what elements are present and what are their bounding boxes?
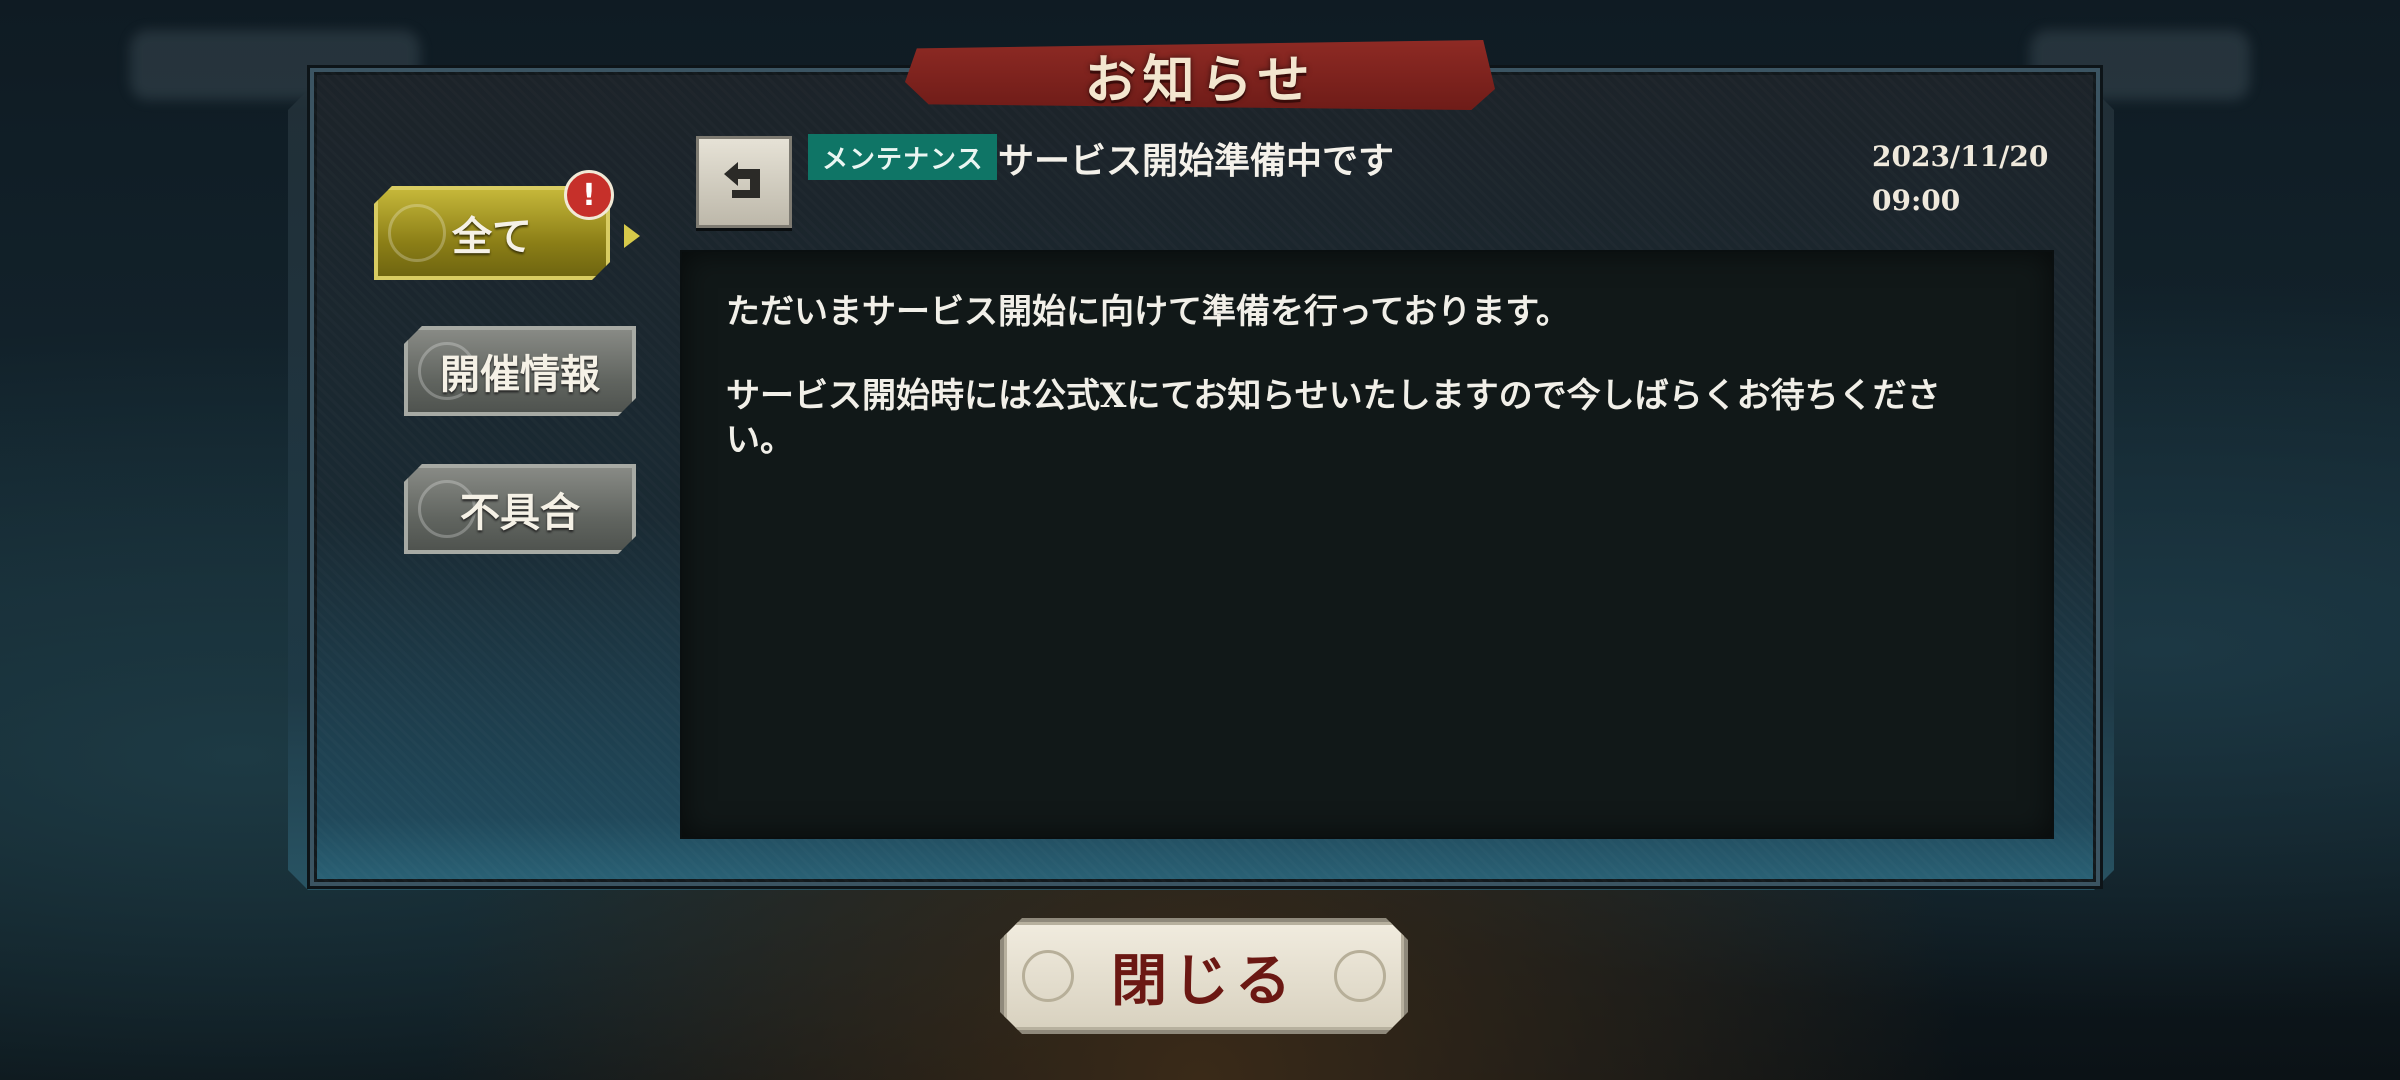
exclamation-icon: ! [564,170,614,220]
button-ornament-icon [1022,950,1074,1002]
tab-event-info[interactable]: 開催情報 [404,326,636,416]
tab-bugs[interactable]: 不具合 [404,464,636,554]
close-button-label: 閉じる [1111,947,1297,1014]
notice-body-paragraph: サービス開始時には公式Xにてお知らせいたしますので今しばらくお待ちください。 [726,376,1941,460]
notice-time: 09:00 [1872,184,1961,217]
tab-label: 開催情報 [440,351,600,398]
tab-ornament-icon [388,204,446,262]
close-button[interactable]: 閉じる [1000,918,1408,1034]
notice-body-paragraph: ただいまサービス開始に向けて準備を行っております。 [726,292,1570,332]
notice-body[interactable]: ただいまサービス開始に向けて準備を行っております。 サービス開始時には公式Xにて… [680,250,2054,839]
notice-title: サービス開始準備中です [998,140,1395,182]
tab-label: 不具合 [460,489,580,536]
notice-date: 2023/11/20 [1872,140,2049,173]
back-arrow-icon [724,162,760,198]
back-button[interactable] [696,136,792,228]
notice-category-tag: メンテナンス [808,134,998,180]
tab-label: 全て [452,213,532,260]
button-ornament-icon [1334,950,1386,1002]
selected-tab-arrow-icon [624,224,640,248]
dialog-title: お知らせ [1084,49,1316,111]
dialog-title-banner: お知らせ [905,40,1495,110]
